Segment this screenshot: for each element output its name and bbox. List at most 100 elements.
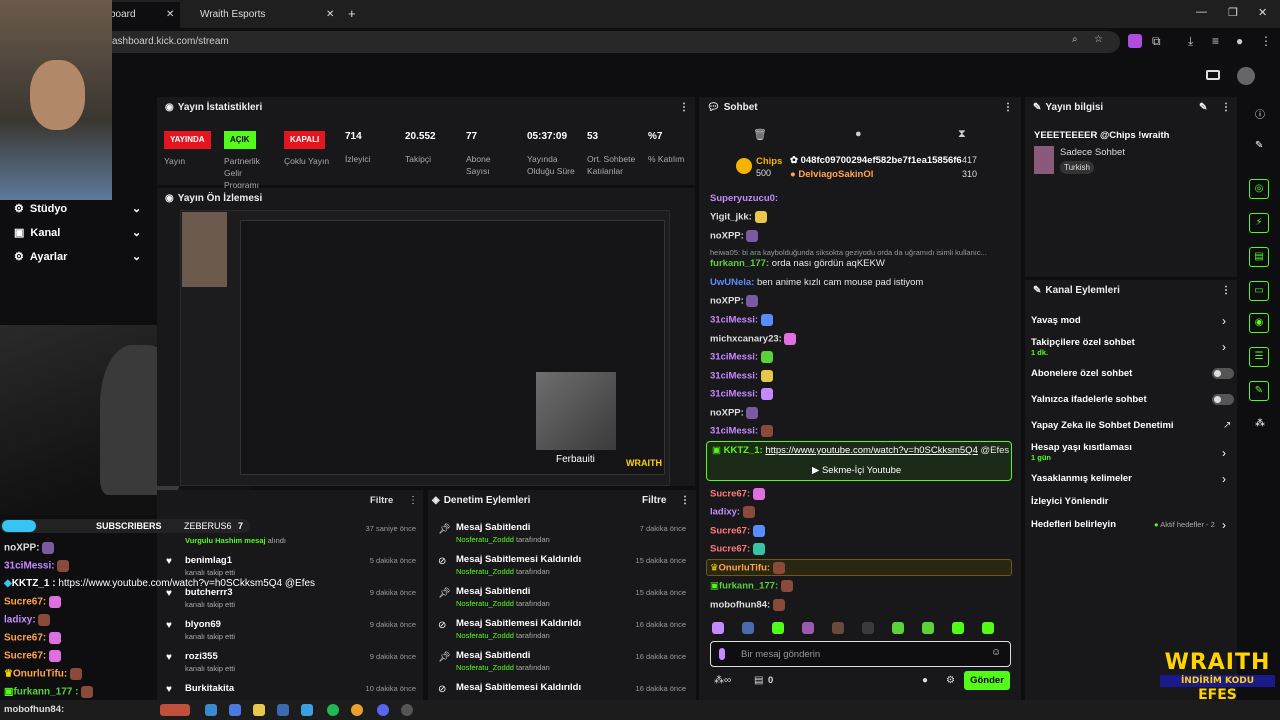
- new-tab-button[interactable]: +: [348, 6, 356, 21]
- chevron-right-icon[interactable]: ›: [1222, 340, 1226, 354]
- gift-icon[interactable]: ▤: [754, 675, 763, 686]
- chat-user[interactable]: UwUNela:: [710, 277, 754, 288]
- pencil-icon[interactable]: ✎: [1255, 140, 1263, 151]
- action-ai-moderation[interactable]: Yapay Zeka ile Sohbet Denetimi: [1031, 420, 1174, 431]
- external-link-icon[interactable]: ↗: [1223, 420, 1231, 431]
- chevron-right-icon[interactable]: ›: [1222, 518, 1226, 532]
- emote-icon[interactable]: [802, 622, 814, 634]
- action-account-age[interactable]: Hesap yaşı kısıtlaması 1 gün: [1031, 442, 1132, 462]
- rail-button-layers[interactable]: ☰: [1249, 347, 1269, 367]
- tab-wraith[interactable]: Wraith Esports ✕: [190, 2, 340, 28]
- emote-icon[interactable]: [862, 622, 874, 634]
- avatar[interactable]: [1237, 67, 1255, 85]
- emote-only-toggle[interactable]: [1212, 394, 1234, 405]
- gear-icon[interactable]: ⚙: [946, 675, 955, 686]
- chat-user[interactable]: 31ciMessi:: [710, 389, 758, 400]
- chat-user[interactable]: furkann_177:: [710, 258, 769, 269]
- chat-user[interactable]: ladixy:: [710, 507, 740, 518]
- more-icon[interactable]: ⋮: [408, 495, 418, 506]
- chat-user[interactable]: michxcanary23:: [710, 334, 782, 345]
- sidebar-item-kanal[interactable]: ▣ Kanal ⌄: [8, 226, 148, 246]
- rail-button-tools[interactable]: ✎: [1249, 381, 1269, 401]
- taskbar-app-icon[interactable]: [277, 704, 289, 716]
- chevron-right-icon[interactable]: ›: [1222, 314, 1226, 328]
- maximize-icon[interactable]: ❐: [1228, 6, 1238, 19]
- chat-user[interactable]: noXPP:: [710, 231, 744, 242]
- chevron-right-icon[interactable]: ›: [1222, 472, 1226, 486]
- chat-user[interactable]: furkann_177:: [719, 581, 778, 592]
- mic-icon[interactable]: [719, 648, 725, 660]
- chat-user[interactable]: noXPP:: [710, 296, 744, 307]
- action-slow-mode[interactable]: Yavaş mod: [1031, 315, 1081, 326]
- spotify-icon[interactable]: [327, 704, 339, 716]
- folder-icon[interactable]: [253, 704, 265, 716]
- chat-user[interactable]: 31ciMessi:: [710, 352, 758, 363]
- rail-button-camera[interactable]: ◎: [1249, 179, 1269, 199]
- more-icon[interactable]: ⋮: [1221, 285, 1231, 296]
- action-banned-words[interactable]: Yasaklanmış kelimeler: [1031, 473, 1132, 484]
- action-goals[interactable]: Hedefleri belirleyin: [1031, 519, 1116, 530]
- more-icon[interactable]: ⋮: [1221, 102, 1231, 113]
- rail-button-bolt[interactable]: ⚡︎: [1249, 213, 1269, 233]
- chrome-icon[interactable]: [351, 704, 363, 716]
- info-icon[interactable]: ⓘ: [1255, 106, 1265, 121]
- emote-icon[interactable]: [982, 622, 994, 634]
- chat-settings-icon[interactable]: ●: [922, 675, 928, 686]
- emote-icon[interactable]: [952, 622, 964, 634]
- rail-button-chat[interactable]: ▭: [1249, 281, 1269, 301]
- rail-button-doc[interactable]: ▤: [1249, 247, 1269, 267]
- zoom-icon[interactable]: ⌕: [1072, 34, 1078, 45]
- close-icon[interactable]: ✕: [166, 9, 174, 20]
- more-icon[interactable]: ⋮: [680, 495, 690, 506]
- edit-icon[interactable]: ✎: [1199, 102, 1207, 113]
- trash-icon[interactable]: 🗑︎: [753, 128, 767, 141]
- bookmark-star-icon[interactable]: ☆: [1094, 34, 1103, 45]
- taskbar-app-icon[interactable]: [301, 704, 313, 716]
- feed-filter-button[interactable]: Filtre: [370, 495, 393, 506]
- send-button[interactable]: Gönder: [964, 671, 1010, 690]
- chat-bubble-icon[interactable]: ●: [855, 128, 862, 140]
- url-input[interactable]: ashboard.kick.com/stream ⌕ ☆: [100, 31, 1120, 53]
- chat-user[interactable]: Sucre67:: [710, 489, 750, 500]
- emote-icon[interactable]: [892, 622, 904, 634]
- chat-user[interactable]: KKTZ_1:: [724, 445, 763, 456]
- extension-icon[interactable]: [1128, 34, 1142, 48]
- more-icon[interactable]: ⋮: [679, 102, 689, 113]
- chat-user[interactable]: noXPP:: [710, 408, 744, 419]
- emoji-icon[interactable]: ☺: [991, 647, 1001, 658]
- emote-icon[interactable]: [712, 622, 724, 634]
- points-icon[interactable]: ⁂∞: [714, 675, 731, 686]
- edge-icon[interactable]: [205, 704, 217, 716]
- timer-icon[interactable]: ⧗: [958, 128, 966, 141]
- pinned-link[interactable]: https://www.youtube.com/watch?v=h0SCkksm…: [765, 445, 978, 456]
- chevron-right-icon[interactable]: ›: [1222, 446, 1226, 460]
- close-icon[interactable]: ✕: [326, 9, 334, 20]
- emote-icon[interactable]: [922, 622, 934, 634]
- discord-icon[interactable]: [377, 704, 389, 716]
- chat-user[interactable]: Sucre67:: [710, 526, 750, 537]
- taskbar-app-icon[interactable]: [229, 704, 241, 716]
- emote-icon[interactable]: [742, 622, 754, 634]
- sidebar-item-ayarlar[interactable]: ⚙ Ayarlar ⌄: [8, 250, 148, 270]
- menu-icon[interactable]: ⋮: [1260, 34, 1272, 48]
- download-icon[interactable]: ⤓: [1188, 34, 1193, 49]
- profile-icon[interactable]: ●: [1236, 34, 1243, 48]
- youtube-button[interactable]: ▶ Sekme-İçi Youtube: [812, 465, 901, 476]
- rail-button-broadcast[interactable]: ◉: [1249, 313, 1269, 333]
- extensions-icon[interactable]: ⧉: [1152, 34, 1161, 49]
- sidebar-item-studyo[interactable]: ⚙ Stüdyo ⌄: [8, 202, 148, 222]
- media-icon[interactable]: ≡: [1212, 34, 1219, 48]
- stream-mode-icon[interactable]: [1206, 70, 1220, 80]
- taskbar-app-icon[interactable]: [160, 704, 190, 716]
- action-raid[interactable]: İzleyici Yönlendir: [1031, 496, 1108, 507]
- chat-user[interactable]: mobofhun84:: [710, 600, 770, 611]
- chat-user[interactable]: OnurluTifu:: [719, 563, 771, 574]
- more-icon[interactable]: ⋮: [1003, 102, 1013, 113]
- emote-icon[interactable]: [832, 622, 844, 634]
- chat-user[interactable]: Yigit_jkk:: [710, 212, 752, 223]
- minimize-icon[interactable]: —: [1196, 6, 1207, 18]
- action-followers-only[interactable]: Takipçilere özel sohbet 1 dk.: [1031, 337, 1135, 357]
- mod-filter-button[interactable]: Filtre: [642, 495, 666, 506]
- chat-user[interactable]: Sucre67:: [710, 544, 750, 555]
- nodes-icon[interactable]: ⁂: [1255, 418, 1265, 429]
